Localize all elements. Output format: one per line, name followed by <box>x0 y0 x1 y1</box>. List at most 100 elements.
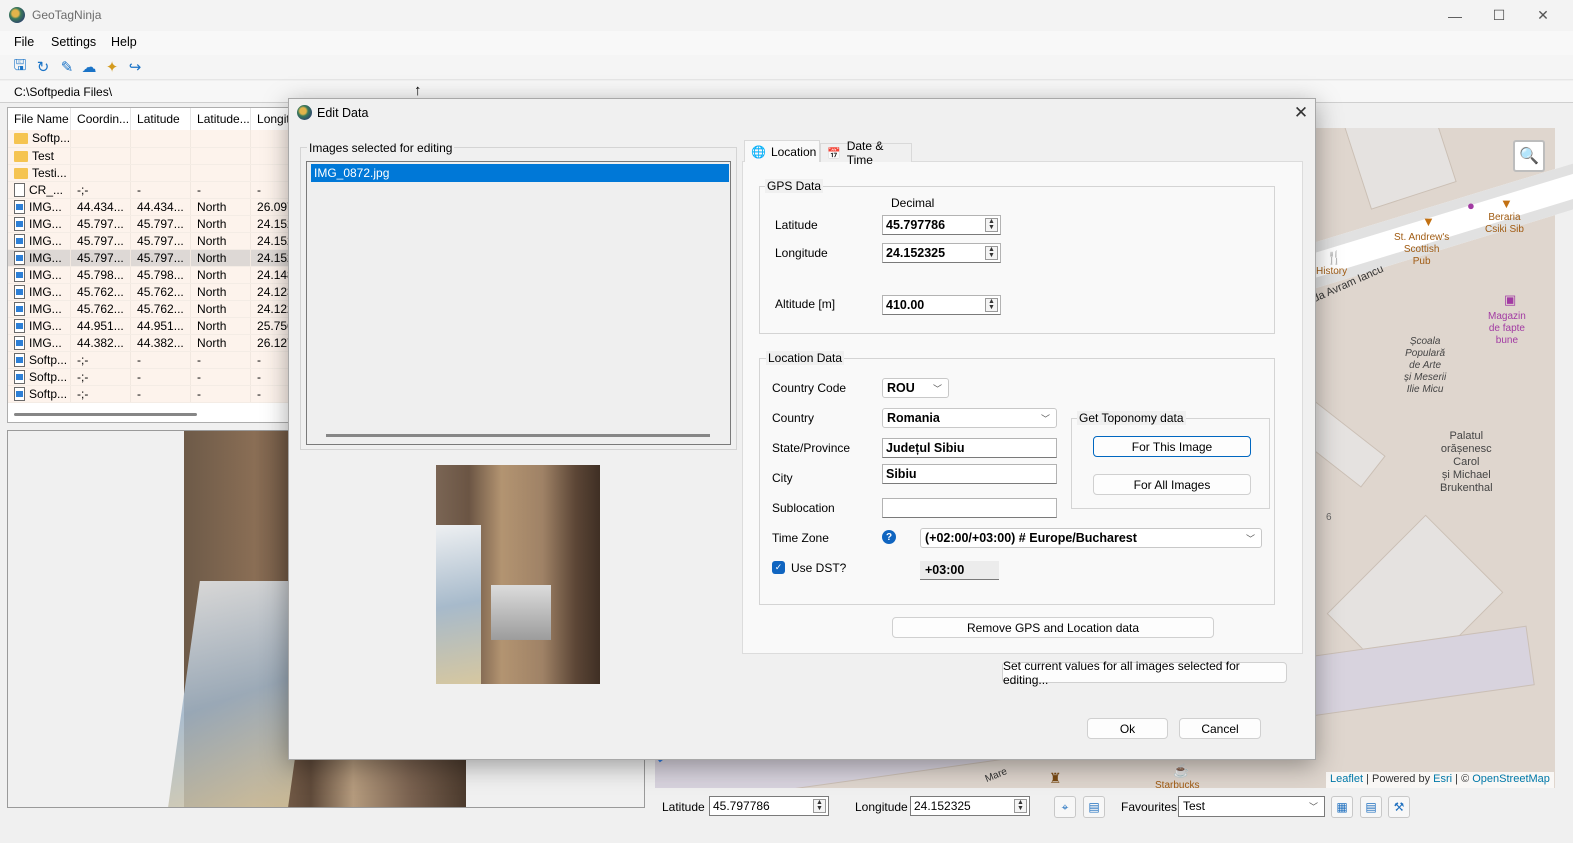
file-list-row[interactable]: Test <box>8 147 312 165</box>
manage-favourites-button[interactable]: ⚒ <box>1388 796 1410 818</box>
file-list-row[interactable]: Softp... -;- - - - <box>8 385 312 403</box>
cancel-button[interactable]: Cancel <box>1179 718 1261 739</box>
file-list-row[interactable]: IMG... 45.797... 45.797... North 24.152. <box>8 249 312 267</box>
esri-link[interactable]: Esri <box>1433 773 1452 785</box>
map-drink-icon[interactable]: ▼ <box>1500 196 1513 211</box>
cell-text: 45.762... <box>137 284 184 299</box>
maximize-button[interactable]: ☐ <box>1476 0 1522 31</box>
coords-to-image-button[interactable]: ▤ <box>1083 796 1105 818</box>
cell-coordinates <box>70 147 132 165</box>
redo-arrow-icon[interactable]: ↪ <box>126 58 144 76</box>
file-list-row[interactable]: IMG... 44.382... 44.382... North 26.127. <box>8 334 312 352</box>
for-all-images-button[interactable]: For All Images <box>1093 474 1251 495</box>
gps-latitude-input[interactable]: 45.797786 ▲ ▼ <box>882 215 1001 235</box>
file-list-row[interactable]: IMG... 45.797... 45.797... North 24.152. <box>8 232 312 250</box>
menu-settings[interactable]: Settings <box>51 35 96 49</box>
images-list-scrollbar[interactable] <box>326 434 710 437</box>
gps-longitude-input[interactable]: 24.152325 ▲ ▼ <box>882 243 1001 263</box>
map-drink-icon[interactable]: ▼ <box>1422 214 1435 229</box>
map-shop-icon[interactable]: ▣ <box>1504 292 1516 308</box>
timezone-select[interactable]: (+02:00/+03:00) # Europe/Bucharest ﹀ <box>920 528 1262 548</box>
save-grid-icon: ▦ <box>1336 800 1348 814</box>
favourites-select[interactable]: Test ﹀ <box>1178 796 1325 817</box>
cell-text: North <box>197 318 227 333</box>
column-latitude-ref[interactable]: Latitude... <box>190 108 252 130</box>
menu-file[interactable]: File <box>14 35 34 49</box>
tab-date-time[interactable]: 📅 Date & Time <box>820 139 912 167</box>
up-folder-icon[interactable]: ↑ <box>414 82 422 99</box>
toponomy-group-label: Get Toponomy data <box>1077 411 1186 425</box>
set-all-values-button[interactable]: Set current values for all images select… <box>1002 659 1287 687</box>
cell-latitude-ref: - <box>190 351 252 369</box>
file-list-row[interactable]: Testi... <box>8 164 312 182</box>
column-file-name[interactable]: File Name <box>8 108 72 130</box>
file-list-row[interactable]: IMG... 44.434... 44.434... North 26.097. <box>8 198 312 216</box>
bottom-longitude-input[interactable]: 24.152325 ▲ ▼ <box>910 796 1030 816</box>
gps-altitude-input[interactable]: 410.00 ▲ ▼ <box>882 295 1001 315</box>
column-coordinates[interactable]: Coordin... <box>70 108 132 130</box>
images-list-item[interactable]: IMG_0872.jpg <box>311 164 729 182</box>
gps-altitude-spinner[interactable]: ▲ ▼ <box>985 298 998 312</box>
file-list-row[interactable]: IMG... 44.951... 44.951... North 25.756. <box>8 317 312 335</box>
save-favourite-button[interactable]: ▦ <box>1331 796 1353 818</box>
cell-latitude-ref <box>190 147 252 165</box>
column-latitude[interactable]: Latitude <box>130 108 192 130</box>
map-to-coords-button[interactable]: ⌖ <box>1054 796 1076 818</box>
cloud-download-icon[interactable]: ☁ <box>80 58 98 76</box>
file-list-row[interactable]: Softp... -;- - - - <box>8 351 312 369</box>
cell-text: 45.797... <box>77 216 124 231</box>
clean-broom-icon[interactable]: ✦ <box>103 58 121 76</box>
bottom-latitude-input[interactable]: 45.797786 ▲ ▼ <box>709 796 829 816</box>
refresh-icon[interactable]: ↻ <box>34 58 52 76</box>
cell-text: 44.951... <box>137 318 184 333</box>
image-file-icon <box>14 233 25 248</box>
map-search-button[interactable]: 🔍 <box>1513 140 1545 172</box>
gps-latitude-spinner[interactable]: ▲ ▼ <box>985 218 998 232</box>
file-list-row[interactable]: IMG... 45.762... 45.762... North 24.122. <box>8 300 312 318</box>
save-icon[interactable]: 🖫 <box>11 57 29 76</box>
cell-text: Test <box>32 148 55 163</box>
gps-latitude-value: 45.797786 <box>886 218 946 232</box>
close-window-button[interactable]: ✕ <box>1520 0 1566 31</box>
image-arrow-icon: ▤ <box>1365 800 1377 814</box>
tab-location[interactable]: 🌐 Location <box>744 140 820 162</box>
calendar-icon: 📅 <box>827 147 841 160</box>
menu-help[interactable]: Help <box>111 35 137 49</box>
sublocation-input[interactable] <box>882 498 1057 518</box>
remove-gps-button[interactable]: Remove GPS and Location data <box>892 617 1214 638</box>
state-input[interactable]: Județul Sibiu <box>882 438 1057 458</box>
gps-longitude-spinner[interactable]: ▲ ▼ <box>985 246 998 260</box>
country-code-select[interactable]: ROU ﹀ <box>882 378 949 398</box>
country-select[interactable]: Romania ﹀ <box>882 408 1057 428</box>
latitude-spinner[interactable]: ▲ ▼ <box>813 799 826 813</box>
longitude-spinner[interactable]: ▲ ▼ <box>1014 799 1027 813</box>
edit-file-icon[interactable]: ✎ <box>58 58 76 76</box>
city-input[interactable]: Sibiu <box>882 464 1057 484</box>
map-monument-icon[interactable]: ♜ <box>1049 770 1062 787</box>
for-this-image-button[interactable]: For This Image <box>1093 436 1251 457</box>
load-favourite-button[interactable]: ▤ <box>1360 796 1382 818</box>
map-fruit-icon[interactable]: ● <box>1467 198 1475 213</box>
file-list-scrollbar[interactable] <box>14 413 197 416</box>
file-list-row[interactable]: CR_... -;- - - - <box>8 181 312 199</box>
file-list-header: File Name Coordin... Latitude Latitude..… <box>8 108 312 130</box>
map-cafe-icon[interactable]: ☕ <box>1173 763 1189 779</box>
dialog-close-button[interactable]: ✕ <box>1288 101 1314 125</box>
ok-button[interactable]: Ok <box>1087 718 1168 739</box>
leaflet-link[interactable]: Leaflet <box>1330 773 1363 785</box>
osm-link[interactable]: OpenStreetMap <box>1472 773 1550 785</box>
cell-text: - <box>197 182 202 197</box>
file-list-row[interactable]: IMG... 45.798... 45.798... North 24.148. <box>8 266 312 284</box>
use-dst-checkbox[interactable]: ✓ <box>772 561 785 574</box>
current-path[interactable]: C:\Softpedia Files\ <box>14 85 112 99</box>
file-list-row[interactable]: Softp... <box>8 130 312 148</box>
file-list-row[interactable]: IMG... 45.762... 45.762... North 24.123. <box>8 283 312 301</box>
file-list-row[interactable]: IMG... 45.797... 45.797... North 24.152. <box>8 215 312 233</box>
images-list[interactable] <box>306 161 731 445</box>
file-list-row[interactable]: Softp... -;- - - - <box>8 368 312 386</box>
cell-text: - <box>257 182 262 197</box>
map-restaurant-icon[interactable]: 🍴 <box>1326 250 1342 266</box>
cell-file-name: Softp... <box>8 368 72 386</box>
minimize-button[interactable]: — <box>1432 0 1478 31</box>
help-icon[interactable]: ? <box>882 530 896 544</box>
